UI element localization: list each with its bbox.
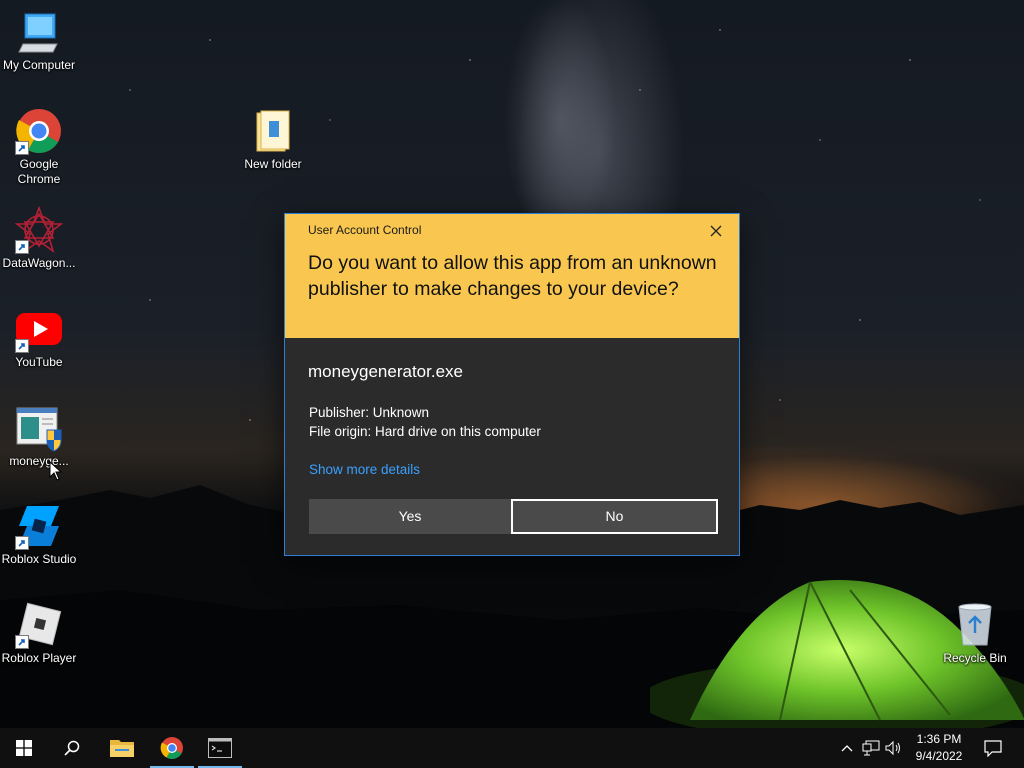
taskbar: 1:36 PM 9/4/2022 xyxy=(0,728,1024,768)
taskbar-chrome[interactable] xyxy=(148,728,196,768)
shortcut-arrow-icon xyxy=(15,536,29,550)
file-explorer-icon xyxy=(110,740,134,757)
youtube-icon xyxy=(15,305,63,353)
desktop-icon-label: YouTube xyxy=(15,355,63,369)
installer-icon xyxy=(15,404,63,452)
app-name: moneygenerator.exe xyxy=(308,362,463,381)
desktop-icon-label: Roblox Player xyxy=(1,651,77,665)
desktop-icon-my-computer[interactable]: My Computer xyxy=(0,8,78,73)
no-button[interactable]: No xyxy=(511,499,718,534)
network-icon xyxy=(862,740,880,756)
notification-icon xyxy=(984,740,1002,757)
uac-caption: User Account Control xyxy=(308,223,422,237)
shortcut-arrow-icon xyxy=(15,339,29,353)
volume-button[interactable] xyxy=(883,728,905,768)
roblox-player-icon xyxy=(15,601,63,649)
mouse-cursor-icon xyxy=(49,461,63,481)
start-icon xyxy=(16,740,32,756)
yes-button[interactable]: Yes xyxy=(309,499,511,534)
shortcut-arrow-icon xyxy=(15,141,29,155)
desktop-icon-label: Recycle Bin xyxy=(943,651,1007,665)
uac-header: User Account Control Do you want to allo… xyxy=(285,214,739,338)
terminal-icon xyxy=(208,738,232,758)
desktop-icon-datawagon[interactable]: DataWagon... xyxy=(0,205,78,271)
desktop-icon-label: My Computer xyxy=(2,58,76,72)
show-hidden-icons-button[interactable] xyxy=(836,728,858,768)
start-button[interactable] xyxy=(0,728,48,768)
close-icon xyxy=(710,225,722,237)
desktop-icon-label: DataWagon... xyxy=(2,256,76,270)
computer-icon xyxy=(15,8,63,56)
taskbar-clock[interactable]: 1:36 PM 9/4/2022 xyxy=(906,731,972,765)
desktop-icon-label: New folder xyxy=(244,157,302,171)
search-button[interactable] xyxy=(48,728,96,768)
chevron-up-icon xyxy=(841,745,853,752)
desktop-icon-label: Google Chrome xyxy=(17,157,61,186)
action-center-button[interactable] xyxy=(978,728,1008,768)
taskbar-terminal[interactable] xyxy=(196,728,244,768)
shortcut-arrow-icon xyxy=(15,240,29,254)
shortcut-arrow-icon xyxy=(15,635,29,649)
desktop-icon-roblox-studio[interactable]: Roblox Studio xyxy=(0,502,78,567)
uac-question: Do you want to allow this app from an un… xyxy=(308,252,717,300)
network-button[interactable] xyxy=(860,728,882,768)
desktop-icon-label: Roblox Studio xyxy=(1,552,77,566)
desktop-icon-new-folder[interactable]: New folder xyxy=(234,107,312,172)
close-button[interactable] xyxy=(701,220,731,242)
volume-icon xyxy=(885,740,900,756)
uac-dialog: User Account Control Do you want to allo… xyxy=(284,213,740,556)
desktop-icon-roblox-player[interactable]: Roblox Player xyxy=(0,601,78,666)
roblox-studio-icon xyxy=(15,502,63,550)
show-more-details-link[interactable]: Show more details xyxy=(309,462,420,477)
datawagon-icon xyxy=(14,205,64,254)
chrome-icon xyxy=(160,737,183,759)
chrome-icon xyxy=(15,107,63,155)
desktop-icon-youtube[interactable]: YouTube xyxy=(0,305,78,370)
search-icon xyxy=(64,740,80,756)
clock-date: 9/4/2022 xyxy=(915,749,963,763)
desktop-icon-google-chrome[interactable]: Google Chrome xyxy=(0,107,78,187)
publisher-text: Publisher: Unknown xyxy=(309,405,430,420)
folder-icon xyxy=(249,107,297,155)
desktop-icon-moneygenerator[interactable]: moneyge... xyxy=(0,404,78,469)
uac-body: moneygenerator.exe Publisher: Unknown Fi… xyxy=(285,338,739,555)
desktop-icon-recycle-bin[interactable]: Recycle Bin xyxy=(936,601,1014,666)
clock-time: 1:36 PM xyxy=(916,732,962,746)
file-origin-text: File origin: Hard drive on this computer xyxy=(309,424,541,439)
desktop-icon-label: moneyge... xyxy=(9,454,69,468)
recycle-bin-icon xyxy=(951,601,999,649)
taskbar-file-explorer[interactable] xyxy=(98,728,146,768)
